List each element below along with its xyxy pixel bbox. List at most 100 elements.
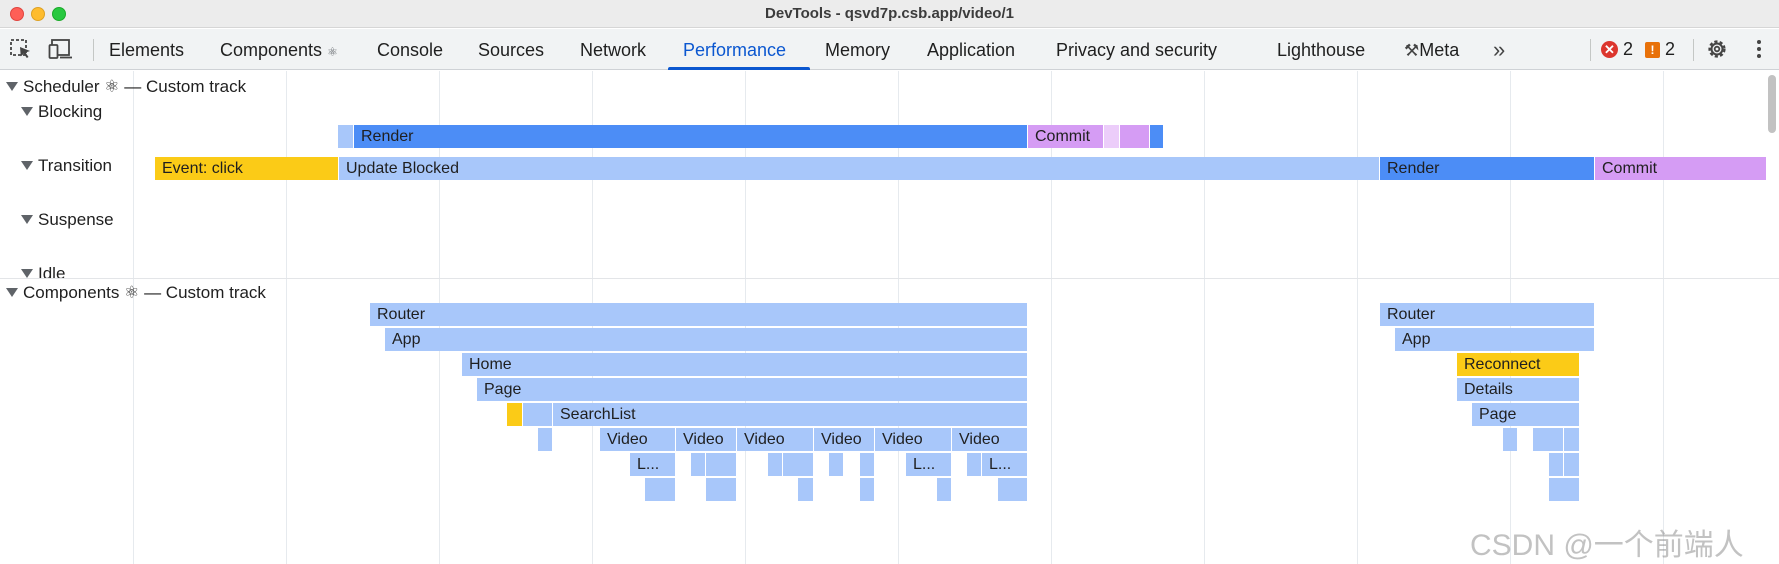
track-separator [0,278,1779,279]
component-video-bar[interactable]: Video [952,428,1028,451]
component-bar[interactable] [998,478,1028,501]
tab-privacy-and-security[interactable]: Privacy and security [1056,29,1217,70]
component-video-bar[interactable]: Video [875,428,952,451]
settings-gear-icon[interactable] [1704,37,1730,61]
component-bar[interactable] [538,428,553,451]
component-bar[interactable] [507,403,523,426]
transition-commit-bar[interactable]: Commit [1595,157,1767,180]
tab-meta[interactable]: ⚒Meta [1404,29,1459,70]
component-bar[interactable] [523,403,553,426]
component-bar[interactable] [1564,453,1580,476]
component-bar[interactable] [829,453,844,476]
tab-sources[interactable]: Sources [478,29,544,70]
active-tab-indicator [668,67,810,70]
component-bar[interactable] [706,478,737,501]
component-page-bar[interactable]: Page [477,378,1028,401]
gridline [133,71,134,564]
component-bar[interactable] [860,478,875,501]
component-l-bar[interactable]: L... [906,453,952,476]
lane-idle[interactable]: Idle [21,264,65,284]
component-bar[interactable] [1564,428,1580,451]
component-bar[interactable] [1549,453,1564,476]
tab-elements[interactable]: Elements [109,29,184,70]
lane-blocking[interactable]: Blocking [21,102,102,122]
component-bar[interactable] [937,478,952,501]
blocking-commit-bar[interactable]: Commit [1028,125,1104,148]
collapse-triangle-icon[interactable] [21,107,33,116]
blocking-bar[interactable] [338,125,354,148]
error-icon: ✕ [1601,41,1618,58]
inspect-element-icon[interactable] [8,37,34,61]
device-toolbar-icon[interactable] [48,37,74,61]
component-bar[interactable] [768,453,783,476]
warning-icon: ! [1645,42,1660,58]
component-app-bar[interactable]: App [1395,328,1595,351]
component-video-bar[interactable]: Video [676,428,737,451]
tab-network[interactable]: Network [580,29,646,70]
component-reconnect-bar[interactable]: Reconnect [1457,353,1580,376]
warning-count-badge[interactable]: ! 2 [1645,38,1675,60]
blocking-bar[interactable] [1104,125,1120,148]
performance-timeline[interactable]: Scheduler ⚛ — Custom track Blocking Tran… [0,71,1779,564]
scheduler-track-header[interactable]: Scheduler ⚛ — Custom track [6,77,246,97]
component-bar[interactable] [1549,478,1580,501]
tab-memory[interactable]: Memory [825,29,890,70]
component-router-bar[interactable]: Router [370,303,1028,326]
component-bar[interactable] [967,453,982,476]
component-bar[interactable] [645,478,676,501]
devtools-toolbar: Elements Components ⚛ Console Sources Ne… [0,29,1779,70]
component-l-bar[interactable]: L... [982,453,1028,476]
tab-console[interactable]: Console [377,29,443,70]
error-count-badge[interactable]: ✕ 2 [1601,38,1633,60]
transition-event-click-bar[interactable]: Event: click [155,157,339,180]
component-bar[interactable] [860,453,875,476]
tab-application[interactable]: Application [927,29,1015,70]
transition-update-blocked-bar[interactable]: Update Blocked [339,157,1380,180]
gridline [1663,71,1664,564]
component-bar[interactable] [691,453,706,476]
component-video-bar[interactable]: Video [600,428,676,451]
component-video-bar[interactable]: Video [814,428,875,451]
more-tabs-icon[interactable]: » [1493,29,1505,70]
tab-components[interactable]: Components ⚛ [220,29,338,70]
tools-icon: ⚒ [1404,41,1420,60]
gridline [286,71,287,564]
component-l-bar[interactable]: L... [630,453,676,476]
component-bar[interactable] [1503,428,1518,451]
blocking-bar[interactable] [1120,125,1150,148]
component-searchlist-bar[interactable]: SearchList [553,403,1028,426]
component-home-bar[interactable]: Home [462,353,1028,376]
component-app-bar[interactable]: App [385,328,1028,351]
component-page-bar[interactable]: Page [1472,403,1580,426]
component-bar[interactable] [798,478,814,501]
component-bar[interactable] [706,453,737,476]
tab-lighthouse[interactable]: Lighthouse [1277,29,1365,70]
component-bar[interactable] [783,453,814,476]
react-icon: ⚛ [327,45,338,59]
component-bar[interactable] [1533,428,1564,451]
toolbar-divider [1590,39,1591,61]
tab-performance[interactable]: Performance [683,29,786,70]
lane-transition[interactable]: Transition [21,156,112,176]
gridline [1357,71,1358,564]
toolbar-divider [1693,39,1694,61]
window-title: DevTools - qsvd7p.csb.app/video/1 [765,5,1014,22]
blocking-bar[interactable] [1150,125,1164,148]
components-track-header[interactable]: Components ⚛ — Custom track [6,283,266,303]
blocking-render-bar[interactable]: Render [354,125,1028,148]
collapse-triangle-icon[interactable] [21,161,33,170]
component-router-bar[interactable]: Router [1380,303,1595,326]
more-options-icon[interactable] [1746,37,1772,61]
toolbar-divider [93,39,94,61]
window-titlebar: DevTools - qsvd7p.csb.app/video/1 [0,0,1779,28]
collapse-triangle-icon[interactable] [21,269,33,278]
component-details-bar[interactable]: Details [1457,378,1580,401]
collapse-triangle-icon[interactable] [6,288,18,297]
vertical-scrollbar-thumb[interactable] [1768,75,1776,133]
collapse-triangle-icon[interactable] [21,215,33,224]
component-video-bar[interactable]: Video [737,428,814,451]
collapse-triangle-icon[interactable] [6,82,18,91]
watermark-text: CSDN @一个前端人 [1470,529,1744,562]
transition-render-bar[interactable]: Render [1380,157,1595,180]
lane-suspense[interactable]: Suspense [21,210,114,230]
